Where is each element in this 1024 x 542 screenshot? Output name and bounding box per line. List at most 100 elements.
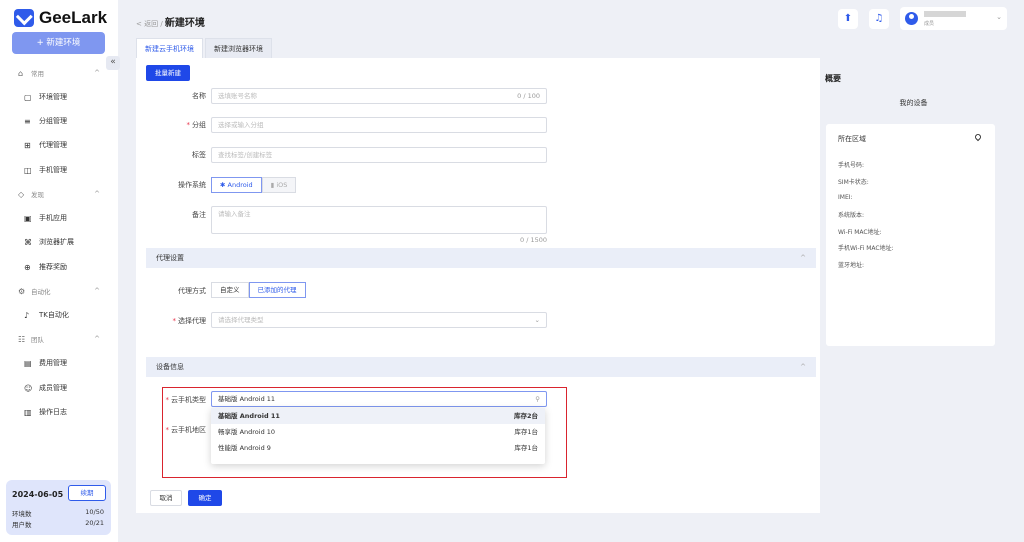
nav-group-discover[interactable]: ◇ 发现 ^ (18, 189, 100, 200)
avatar (905, 12, 918, 25)
apps-icon: ▣ (24, 213, 32, 223)
nav-group-automation[interactable]: ⚙ 自动化 ^ (18, 286, 100, 297)
proxy-custom-option[interactable]: 自定义 (211, 282, 249, 298)
sidebar-item-extensions[interactable]: ⌘ 浏览器扩展 (24, 237, 74, 247)
sidebar-item-logs[interactable]: ▥ 操作日志 (24, 407, 67, 417)
sidebar-item-proxy[interactable]: ⊞ 代理管理 (24, 140, 67, 150)
proxy-section-header[interactable]: 代理设置 ^ (146, 248, 816, 268)
os-ios-option[interactable]: ▮ iOS (261, 177, 297, 193)
extension-icon: ⌘ (24, 237, 32, 247)
sidebar-item-rewards[interactable]: ⊕ 推荐奖励 (24, 262, 67, 272)
user-menu[interactable]: 成员 ⌄ (900, 7, 1007, 30)
overview-panel: 概要 我的设备 所在区域 手机号码: SIM卡状态: IMEI: 系统版本: W… (820, 58, 1007, 513)
sidebar-item-phones[interactable]: ◫ 手机管理 (24, 165, 67, 175)
chevron-up-icon: ^ (94, 69, 100, 77)
spec-phone-number: 手机号码: (838, 162, 865, 169)
cancel-button[interactable]: 取消 (150, 490, 182, 506)
logo-text: GeeLark (39, 8, 108, 27)
highlight-box (162, 387, 567, 478)
note-textarea[interactable]: 请输入备注 (211, 206, 547, 234)
phone-icon: ◫ (24, 165, 32, 175)
logo[interactable]: GeeLark (14, 8, 107, 28)
sidebar-item-billing[interactable]: ▤ 费用管理 (24, 358, 67, 368)
name-input[interactable]: 选填账号名称 0 / 100 (211, 88, 547, 104)
chevron-down-icon: ⌄ (534, 316, 540, 324)
tags-label: 标签 (192, 151, 206, 159)
members-icon: ☺ (24, 383, 33, 393)
breadcrumb: < 返回 / 新建环境 (136, 14, 205, 29)
user-role: 成员 (924, 21, 935, 27)
spec-sim-status: SIM卡状态: (838, 179, 869, 186)
sidebar-item-tk-automation[interactable]: ♪ TK自动化 (24, 310, 69, 320)
name-counter: 0 / 100 (517, 92, 540, 100)
plan-stats: 2024-06-05 续期 环境数 10/50 用户数 20/21 (6, 480, 111, 535)
batch-create-button[interactable]: 批量新建 (146, 65, 190, 81)
env-type-tabs: 新建云手机环境 新建浏览器环境 (136, 38, 274, 58)
nav-group-team[interactable]: ☷ 团队 ^ (18, 334, 100, 345)
log-icon: ▥ (24, 407, 32, 417)
collapse-sidebar-button[interactable]: « (106, 56, 120, 70)
note-counter: 0 / 1500 (520, 236, 547, 244)
user-name-redacted (924, 11, 966, 17)
chevron-up-icon: ^ (800, 363, 806, 371)
region-label: 所在区域 (838, 135, 866, 143)
chevron-down-icon: ⌄ (996, 13, 1002, 21)
team-icon: ☷ (18, 334, 26, 344)
os-label: 操作系统 (178, 181, 206, 189)
env-icon: ▢ (24, 92, 32, 102)
back-link[interactable]: < 返回 / (136, 20, 165, 28)
name-label: 名称 (192, 92, 206, 100)
geelark-logo-icon (14, 9, 34, 27)
proxy-mode-segmented: 自定义 已添加的代理 (211, 282, 306, 298)
location-pin-icon (973, 132, 983, 142)
tab-cloud-phone[interactable]: 新建云手机环境 (136, 38, 203, 58)
spec-imei: IMEI: (838, 194, 853, 201)
chevron-up-icon: ^ (94, 287, 100, 295)
proxy-select-label: * 选择代理 (172, 317, 207, 325)
billing-icon: ▤ (24, 358, 32, 368)
proxy-select[interactable]: 请选择代理类型 ⌄ (211, 312, 547, 328)
device-info-card: 所在区域 手机号码: SIM卡状态: IMEI: 系统版本: Wi-Fi MAC… (826, 124, 995, 346)
chevron-up-icon: ^ (800, 254, 806, 262)
chevron-up-icon: ^ (94, 335, 100, 343)
chevron-up-icon: ^ (94, 190, 100, 198)
renew-button[interactable]: 续期 (68, 485, 106, 501)
note-label: 备注 (192, 211, 206, 219)
tags-input[interactable]: 查找标签/创建标签 (211, 147, 547, 163)
automation-icon: ⚙ (18, 286, 26, 296)
spec-phone-wifi-mac: 手机Wi-Fi MAC地址: (838, 245, 894, 252)
sidebar-item-env[interactable]: ▢ 环境管理 (24, 92, 67, 102)
page-title: 新建环境 (164, 18, 205, 29)
confirm-button[interactable]: 确定 (188, 490, 222, 506)
sidebar-item-members[interactable]: ☺ 成员管理 (24, 383, 67, 393)
bell-icon[interactable]: ♫ (869, 9, 889, 29)
discover-icon: ◇ (18, 189, 25, 199)
device-section-header[interactable]: 设备信息 ^ (146, 357, 816, 377)
spec-os-version: 系统版本: (838, 212, 865, 219)
proxy-icon: ⊞ (24, 140, 31, 150)
home-icon: ⌂ (18, 68, 24, 78)
list-icon: ≡ (24, 116, 31, 126)
sidebar-item-groups[interactable]: ≡ 分组管理 (24, 116, 67, 126)
proxy-added-option[interactable]: 已添加的代理 (248, 282, 306, 298)
new-env-button[interactable]: + 新建环境 (12, 32, 105, 54)
tiktok-icon: ♪ (24, 310, 30, 320)
my-device-title: 我的设备 (899, 99, 928, 107)
upload-icon[interactable]: ⬆ (838, 9, 858, 29)
group-input[interactable]: 选择或输入分组 (211, 117, 547, 133)
overview-title: 概要 (825, 74, 841, 83)
nav-group-common[interactable]: ⌂ 常用 ^ (18, 68, 100, 79)
group-label: * 分组 (186, 121, 207, 129)
env-count-row: 环境数 10/50 (12, 508, 104, 518)
plan-date: 2024-06-05 (12, 490, 64, 499)
sidebar-item-apps[interactable]: ▣ 手机应用 (24, 213, 67, 223)
sidebar: GeeLark + 新建环境 ⌂ 常用 ^ ▢ 环境管理 ≡ 分组管理 ⊞ 代理管理 ◫ 手… (0, 0, 118, 542)
spec-wifi-mac: Wi-Fi MAC地址: (838, 229, 882, 236)
proxy-mode-label: 代理方式 (178, 287, 206, 295)
gift-icon: ⊕ (24, 262, 31, 272)
os-segmented: ✱ Android ▮ iOS (211, 177, 297, 193)
os-android-option[interactable]: ✱ Android (211, 177, 262, 193)
tab-browser[interactable]: 新建浏览器环境 (205, 38, 272, 58)
spec-bluetooth: 蓝牙地址: (838, 262, 865, 269)
android-icon: ✱ (220, 181, 228, 189)
